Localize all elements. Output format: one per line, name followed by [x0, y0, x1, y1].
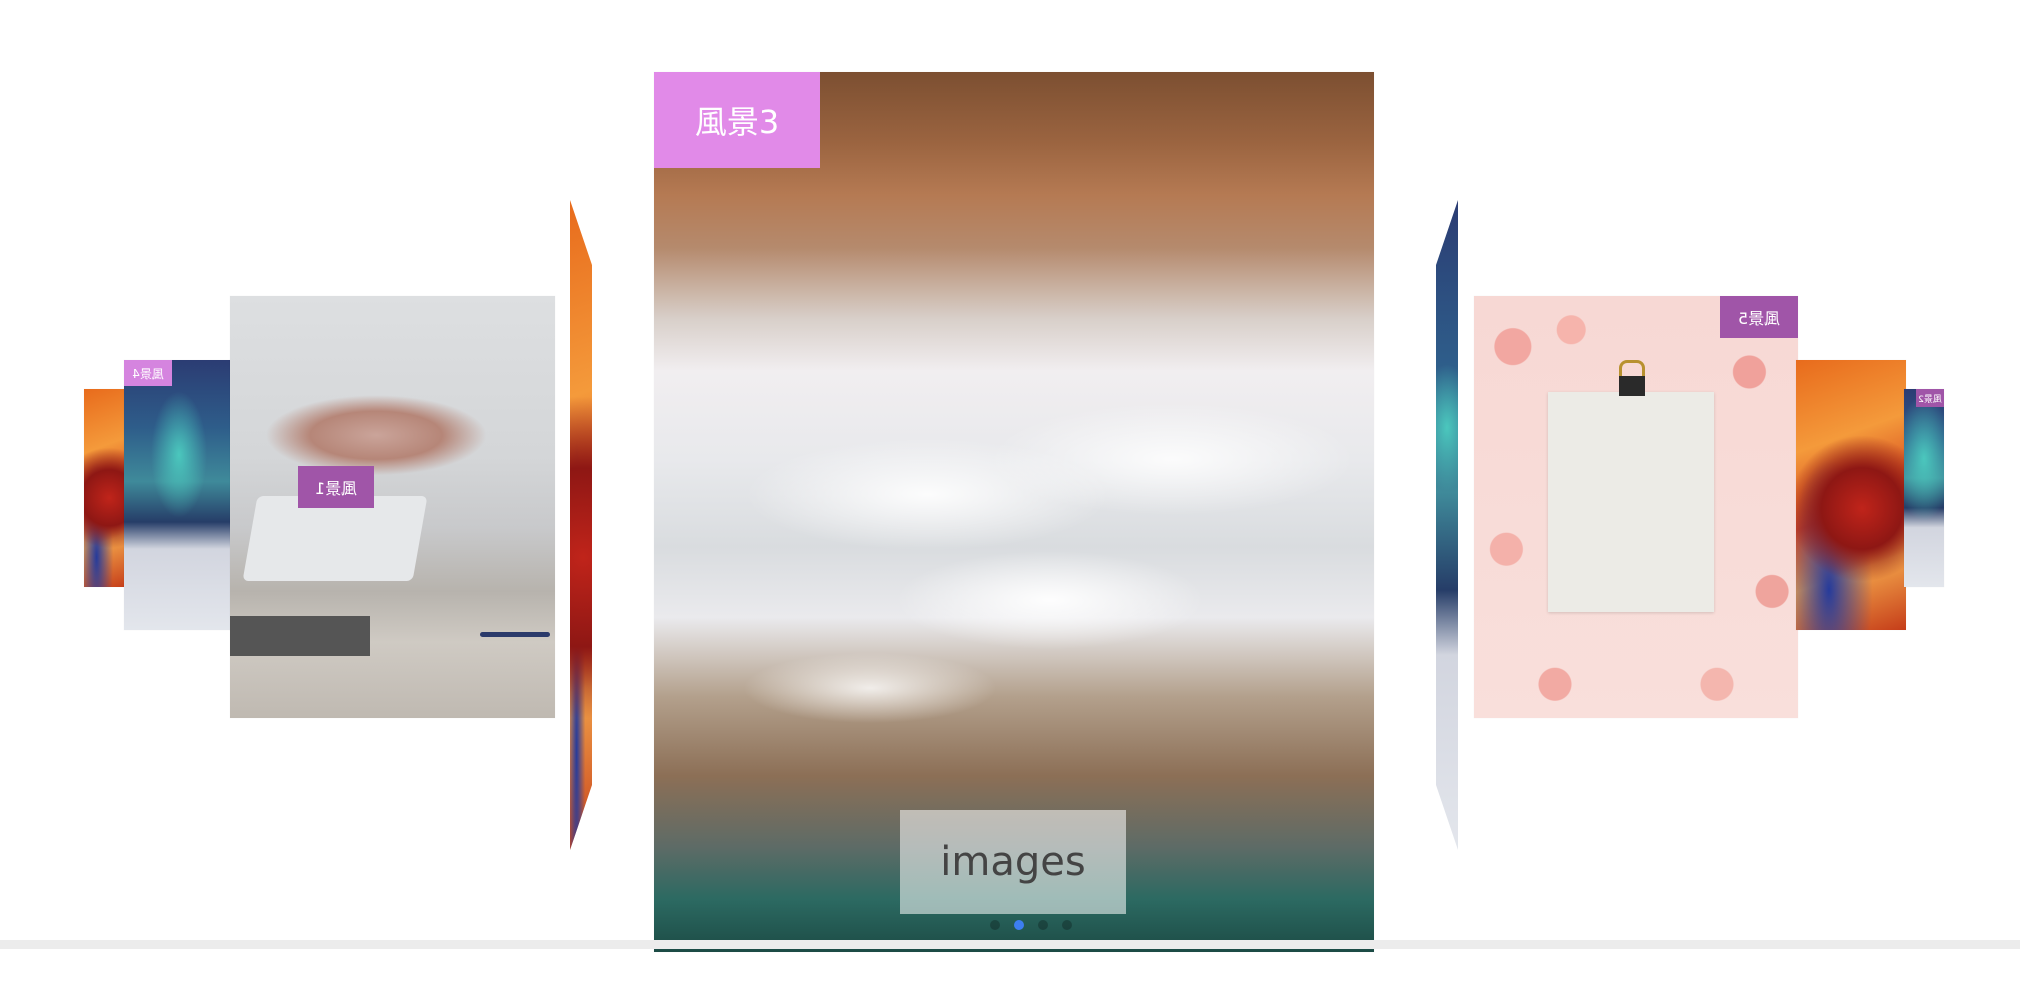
slide-left-edge[interactable] — [570, 200, 592, 850]
slide-center-tag: 風景3 — [654, 72, 820, 168]
slide-caption: images — [900, 810, 1126, 914]
indicator-dot-2[interactable] — [1014, 920, 1024, 930]
slide-left-far[interactable]: 風景4 — [124, 360, 234, 630]
slide-left-near-tag: 風景1 — [298, 466, 374, 508]
slide-far-right-edge[interactable]: 風景2 — [1904, 389, 1944, 587]
bottom-divider — [0, 940, 2020, 949]
indicator-dot-3[interactable] — [1038, 920, 1048, 930]
slide-left-far-tag: 風景4 — [124, 360, 172, 386]
slide-far-left-edge[interactable] — [84, 389, 126, 587]
slide-right-edge[interactable] — [1436, 200, 1458, 850]
slide-right-far[interactable] — [1796, 360, 1906, 630]
indicator-dot-1[interactable] — [990, 920, 1000, 930]
indicator-dot-4[interactable] — [1062, 920, 1072, 930]
carousel-stage: 風景4 風景1 風景3 images 風景5 風景2 — [0, 0, 2020, 998]
slide-far-right-tag: 風景2 — [1916, 389, 1944, 407]
slide-right-near-tag: 風景5 — [1720, 296, 1798, 338]
carousel-indicators — [990, 920, 1072, 930]
paper-note — [1548, 392, 1714, 612]
slide-right-near[interactable]: 風景5 — [1474, 296, 1798, 718]
slide-left-near[interactable]: 風景1 — [230, 296, 555, 718]
